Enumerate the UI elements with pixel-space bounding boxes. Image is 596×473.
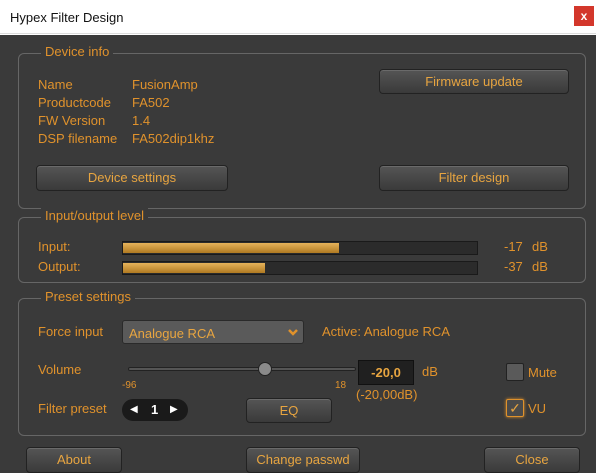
triangle-right-icon[interactable]: ▶ <box>170 404 178 415</box>
force-input-label: Force input <box>38 324 104 339</box>
dsp-filename-value: FA502dip1khz <box>132 131 215 146</box>
change-passwd-button[interactable]: Change passwd <box>246 447 360 473</box>
main-panel: Device info Name FusionAmp Productcode F… <box>0 35 596 473</box>
device-info-legend: Device info <box>41 44 114 59</box>
volume-slider-thumb[interactable] <box>258 362 272 376</box>
chevron-down-icon <box>287 323 299 344</box>
triangle-left-icon[interactable]: ◀ <box>130 404 138 415</box>
filter-preset-label: Filter preset <box>38 401 107 416</box>
volume-min-label: -96 <box>122 380 137 391</box>
about-button[interactable]: About <box>26 447 122 473</box>
name-label: Name <box>38 77 73 92</box>
checkmark-icon: ✓ <box>509 400 521 416</box>
productcode-label: Productcode <box>38 95 111 110</box>
output-level-unit: dB <box>532 259 548 274</box>
active-input-text: Active: Analogue RCA <box>322 324 450 339</box>
fw-version-label: FW Version <box>38 113 106 128</box>
output-level-fill <box>123 263 265 273</box>
input-level-meter <box>122 241 478 255</box>
volume-exact-readout: (-20,00dB) <box>356 387 418 402</box>
name-value: FusionAmp <box>132 77 198 92</box>
volume-label: Volume <box>38 362 82 377</box>
preset-settings-legend: Preset settings <box>41 289 135 304</box>
force-input-select[interactable]: Analogue RCA <box>122 320 304 344</box>
input-label: Input: <box>38 239 71 254</box>
filter-preset-value: 1 <box>151 402 159 417</box>
volume-slider-track[interactable] <box>128 367 356 371</box>
output-level-value: -37 <box>504 259 523 274</box>
input-level-value: -17 <box>504 239 523 254</box>
firmware-update-button[interactable]: Firmware update <box>379 69 569 94</box>
close-icon[interactable]: x <box>574 6 594 26</box>
filter-preset-stepper[interactable]: ◀ 1 ▶ <box>122 399 188 421</box>
input-level-unit: dB <box>532 239 548 254</box>
productcode-value: FA502 <box>132 95 170 110</box>
mute-checkbox[interactable] <box>506 363 524 381</box>
title-bar: Hypex Filter Design x <box>0 0 596 34</box>
volume-value-field[interactable]: -20,0 <box>358 360 414 385</box>
device-settings-button[interactable]: Device settings <box>36 165 228 191</box>
dsp-filename-label: DSP filename <box>38 131 118 146</box>
mute-label: Mute <box>528 365 557 380</box>
input-level-fill <box>123 243 339 253</box>
close-button[interactable]: Close <box>484 447 580 473</box>
force-input-selected: Analogue RCA <box>129 326 215 341</box>
filter-design-button[interactable]: Filter design <box>379 165 569 191</box>
io-level-legend: Input/output level <box>41 208 149 223</box>
output-level-meter <box>122 261 478 275</box>
vu-checkbox[interactable]: ✓ <box>506 399 524 417</box>
fw-version-value: 1.4 <box>132 113 151 128</box>
output-label: Output: <box>38 259 81 274</box>
volume-unit: dB <box>422 364 438 379</box>
volume-max-label: 18 <box>335 380 347 391</box>
window-title: Hypex Filter Design <box>10 10 124 25</box>
vu-label: VU <box>528 401 547 416</box>
eq-button[interactable]: EQ <box>246 398 332 423</box>
